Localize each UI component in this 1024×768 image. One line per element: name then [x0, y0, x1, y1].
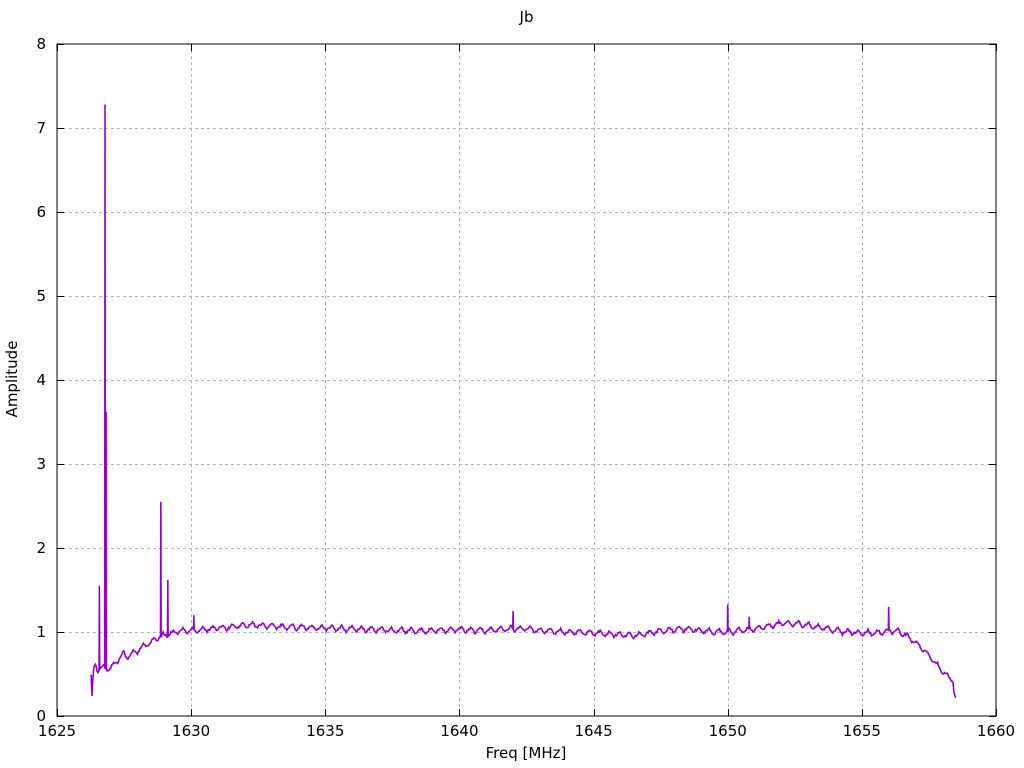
svg-text:1645: 1645 — [574, 722, 612, 740]
svg-text:7: 7 — [36, 119, 46, 137]
svg-text:1: 1 — [36, 623, 46, 641]
svg-text:5: 5 — [36, 287, 46, 305]
tick-labels: 1625 1630 1635 1640 1645 1650 1655 166001234567… — [36, 35, 1015, 740]
chart-page: Jb Amplitude Freq [MHz] 1625 1630 1635 1640… — [0, 0, 1024, 768]
plot-area: 1625 1630 1635 1640 1645 1650 1655 166001234567… — [36, 35, 1015, 740]
svg-text:1630: 1630 — [172, 722, 210, 740]
svg-text:1635: 1635 — [306, 722, 344, 740]
svg-text:0: 0 — [36, 707, 46, 725]
svg-text:2: 2 — [36, 539, 46, 557]
data-line-series — [90, 104, 957, 699]
svg-text:4: 4 — [36, 371, 46, 389]
svg-text:1650: 1650 — [709, 722, 747, 740]
grid-lines — [57, 44, 996, 716]
svg-text:1640: 1640 — [440, 722, 478, 740]
svg-text:8: 8 — [36, 35, 46, 53]
svg-text:1660: 1660 — [977, 722, 1015, 740]
svg-text:1655: 1655 — [843, 722, 881, 740]
svg-text:6: 6 — [36, 203, 46, 221]
svg-text:3: 3 — [36, 455, 46, 473]
